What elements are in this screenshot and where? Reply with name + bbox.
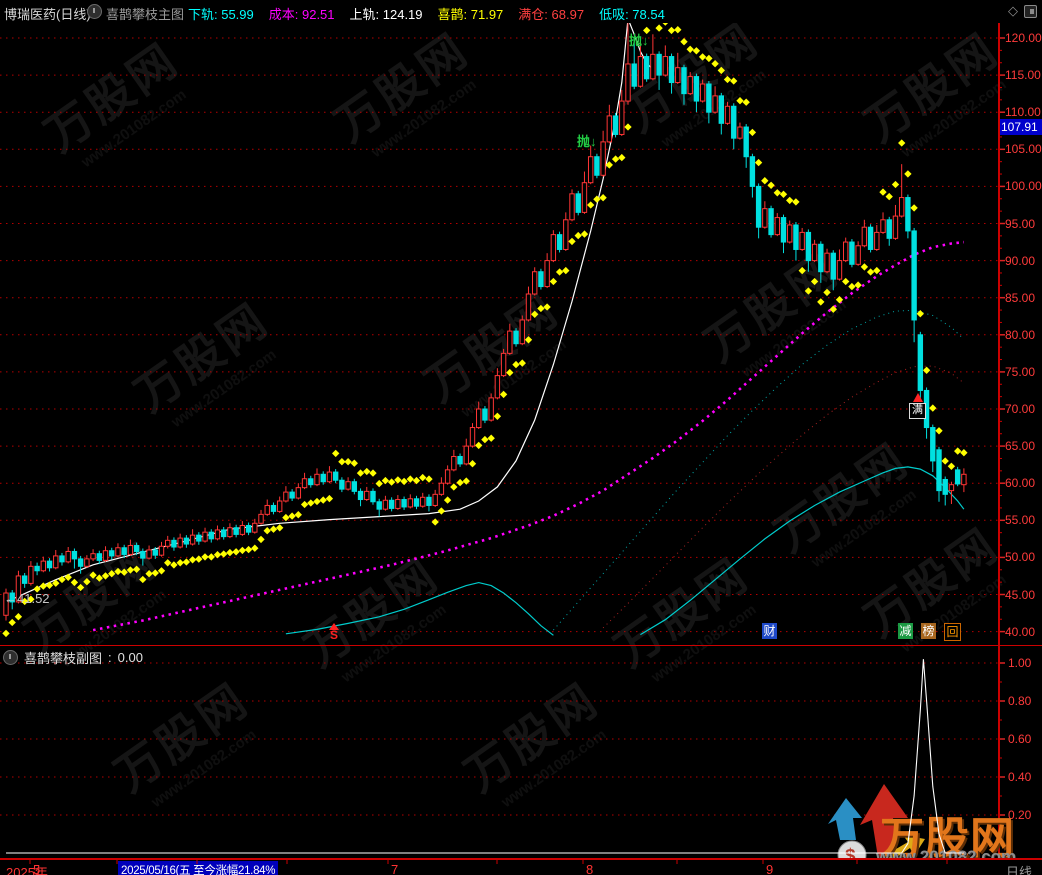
sub-indicator-sep: : <box>108 650 112 665</box>
indicator-field-5: 低吸: 78.54 <box>599 4 665 23</box>
s-signal-marker: S <box>329 623 339 640</box>
sub-indicator-value: 0.00 <box>118 650 143 665</box>
stock-title: 博瑞医药(日线) <box>4 4 91 23</box>
price-axis-label: 95.00 <box>1005 217 1035 231</box>
event-tag-回[interactable]: 回 <box>944 623 961 641</box>
clock-icon[interactable] <box>87 4 102 19</box>
price-axis-label: 120.00 <box>1005 31 1042 45</box>
sub-chart-title-row: 喜鹊攀枝副图 : 0.00 <box>3 648 143 667</box>
window-icon[interactable] <box>1024 5 1037 18</box>
indicator-field-1: 成本: 92.51 <box>269 4 335 23</box>
event-tag-减[interactable]: 减 <box>898 623 913 639</box>
sell-signal-label: 抛↓ <box>577 131 597 150</box>
status-bar: 2025年 5789 2025/05/16(五 至今涨幅21.84% 日线 <box>0 858 1042 875</box>
price-axis-label: 100.00 <box>1005 179 1042 193</box>
sell-signal-label: 抛↓ <box>629 30 649 49</box>
man-signal-marker: 满 <box>909 393 926 419</box>
price-axis-label: 50.00 <box>1005 550 1035 564</box>
diamond-icon[interactable]: ◇ <box>1008 3 1018 19</box>
price-axis-label: 65.00 <box>1005 439 1035 453</box>
low-price-label: ←41.52 <box>4 591 50 606</box>
main-indicator-name[interactable]: 喜鹊攀枝主图 <box>106 4 184 23</box>
sub-indicator-name[interactable]: 喜鹊攀枝副图 <box>24 648 102 667</box>
price-axis-label: 75.00 <box>1005 365 1035 379</box>
indicator-field-4: 满仓: 68.97 <box>518 4 584 23</box>
price-axis-label: 115.00 <box>1005 68 1041 82</box>
event-tag-财[interactable]: 财 <box>762 623 777 639</box>
indicator-values: 下轨: 55.99 成本: 92.51 上轨: 124.19 喜鹊: 71.97 满仓:… <box>188 4 665 23</box>
sub-chart-line <box>0 645 1042 858</box>
price-axis-label: 105.00 <box>1005 142 1042 156</box>
price-axis-label: 85.00 <box>1005 291 1035 305</box>
man-arrow-icon <box>913 393 923 402</box>
main-chart-canvas[interactable] <box>0 17 1042 645</box>
price-axis-label: 40.00 <box>1005 625 1035 639</box>
stock-chart-window: 万股网www.201082.com万股网www.201082.com万股网www… <box>0 0 1042 875</box>
price-axis-label: 80.00 <box>1005 328 1035 342</box>
price-tag: 107.91 <box>1000 119 1042 135</box>
price-axis-label: 60.00 <box>1005 476 1035 490</box>
price-axis-label: 70.00 <box>1005 402 1035 416</box>
title-bar: 博瑞医药(日线) 喜鹊攀枝主图 下轨: 55.99 成本: 92.51 上轨: 12… <box>0 0 1042 23</box>
indicator-field-3: 喜鹊: 71.97 <box>438 4 504 23</box>
price-axis-label: 55.00 <box>1005 513 1035 527</box>
event-tag-榜[interactable]: 榜 <box>921 623 936 639</box>
indicator-field-0: 下轨: 55.99 <box>188 4 254 23</box>
status-ticks <box>0 860 1042 875</box>
price-axis-label: 110.00 <box>1005 105 1041 119</box>
clock-icon-sub[interactable] <box>3 650 18 665</box>
indicator-field-2: 上轨: 124.19 <box>350 4 423 23</box>
price-axis-label: 45.00 <box>1005 588 1035 602</box>
price-axis-label: 90.00 <box>1005 254 1035 268</box>
